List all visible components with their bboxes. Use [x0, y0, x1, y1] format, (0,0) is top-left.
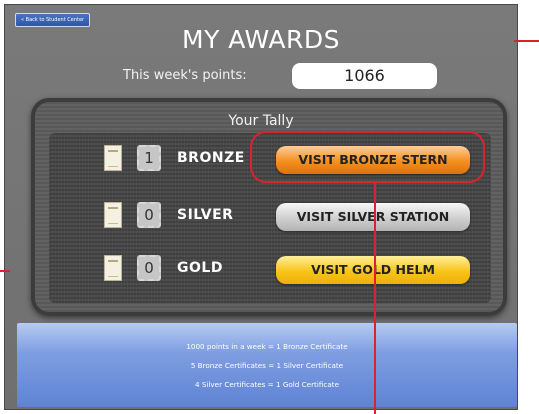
gold-certificate-icon: [104, 255, 122, 281]
visit-silver-station-button[interactable]: VISIT SILVER STATION: [276, 203, 470, 231]
page-title: MY AWARDS: [182, 25, 340, 54]
annotation-line-vertical: [374, 183, 376, 414]
annotation-line-left: [0, 270, 10, 272]
weekly-points-value: 1066: [292, 63, 437, 89]
silver-tier-label: SILVER: [177, 207, 234, 223]
gold-tier-label: GOLD: [177, 260, 223, 276]
weekly-points-label: This week's points:: [123, 68, 247, 83]
bronze-certificate-icon: [104, 145, 122, 171]
certificate-rules-panel: 1000 points in a week = 1 Bronze Certifi…: [17, 323, 517, 407]
bronze-count: 1: [137, 145, 161, 171]
silver-count: 0: [137, 202, 161, 228]
rule-bronze: 1000 points in a week = 1 Bronze Certifi…: [186, 342, 348, 351]
tally-title: Your Tally: [228, 113, 294, 129]
annotation-line-top-right: [514, 40, 539, 42]
silver-certificate-icon: [104, 202, 122, 228]
gold-count: 0: [137, 255, 161, 281]
bronze-tier-label: BRONZE: [177, 150, 245, 166]
bronze-button-highlight-annotation: [250, 131, 485, 183]
awards-screen: « Back to Student Center MY AWARDS This …: [4, 4, 518, 410]
rule-silver: 5 Bronze Certificates = 1 Silver Certifi…: [190, 361, 344, 370]
rule-gold: 4 Silver Certificates = 1 Gold Certifica…: [194, 380, 339, 389]
visit-gold-helm-button[interactable]: VISIT GOLD HELM: [276, 256, 470, 284]
